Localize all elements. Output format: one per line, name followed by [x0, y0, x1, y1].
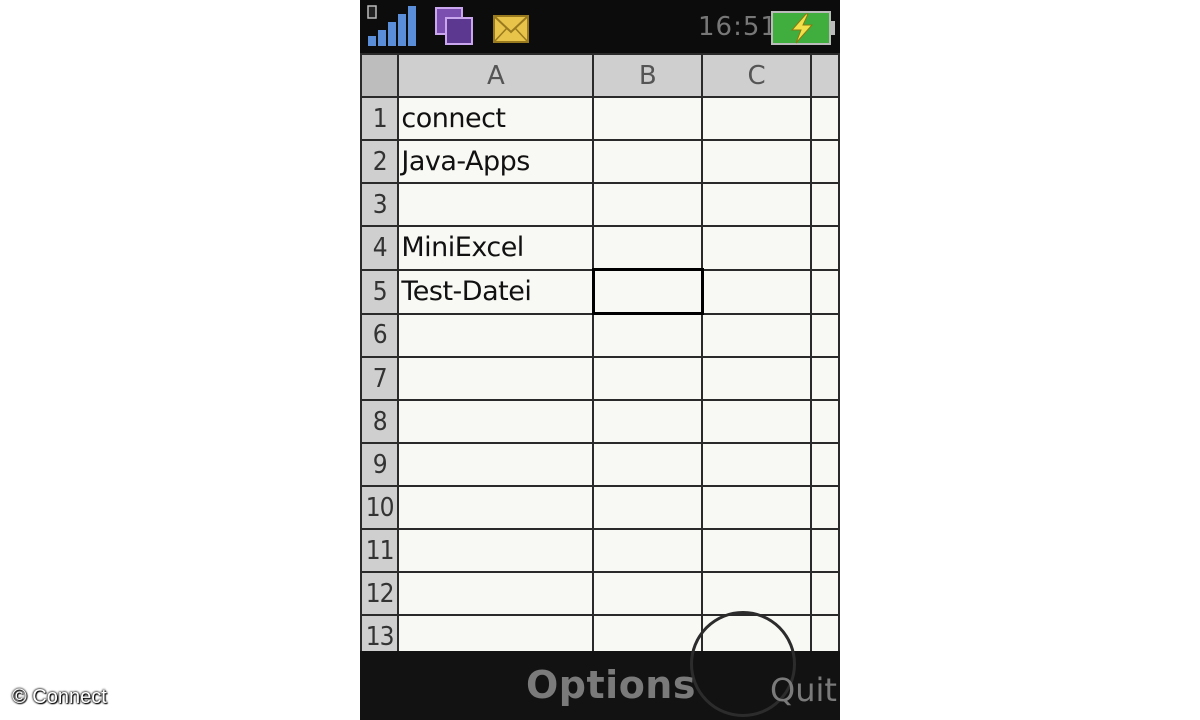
cell-b3[interactable]: [592, 182, 704, 227]
cell-c4[interactable]: [701, 225, 812, 271]
cell-a9[interactable]: [397, 442, 595, 487]
cell-b4[interactable]: [592, 225, 704, 271]
table-row: 6: [360, 312, 840, 358]
table-row: 8: [360, 399, 840, 444]
cell-b12[interactable]: [592, 571, 704, 616]
status-bar: 16:51: [360, 0, 840, 53]
cell-a11[interactable]: [397, 528, 595, 573]
phone-screen: 16:51 A B C 1 connect 2 Java-Apps 3 4 Mi…: [360, 0, 840, 720]
cell-b9[interactable]: [592, 442, 704, 487]
cell-b8[interactable]: [592, 399, 704, 444]
cell-a1[interactable]: connect: [397, 96, 595, 141]
column-header-d[interactable]: [809, 53, 840, 98]
row-header[interactable]: 1: [360, 96, 400, 141]
cell-a6[interactable]: [397, 312, 595, 358]
table-row: 2 Java-Apps: [360, 139, 840, 184]
table-row: 5 Test-Datei: [360, 268, 840, 315]
table-row: 11: [360, 528, 840, 573]
clock-time: 16:51: [698, 12, 778, 42]
cell-c5[interactable]: [701, 268, 812, 315]
cell-b6[interactable]: [592, 312, 704, 358]
row-header[interactable]: 9: [360, 442, 400, 487]
cell-d5[interactable]: [809, 268, 840, 315]
cell-c12[interactable]: [701, 571, 812, 616]
cell-d9[interactable]: [809, 442, 840, 487]
row-header[interactable]: 10: [360, 485, 400, 530]
cell-d10[interactable]: [809, 485, 840, 530]
cell-c10[interactable]: [701, 485, 812, 530]
multitask-icon: [435, 7, 473, 45]
cell-b10[interactable]: [592, 485, 704, 530]
row-header[interactable]: 6: [360, 312, 400, 358]
cell-d2[interactable]: [809, 139, 840, 184]
column-header-c[interactable]: C: [701, 53, 812, 98]
quit-softkey[interactable]: Quit: [770, 671, 837, 709]
cell-b13[interactable]: [592, 614, 704, 651]
corner-cell[interactable]: [360, 53, 400, 98]
row-header[interactable]: 3: [360, 182, 400, 227]
cell-d8[interactable]: [809, 399, 840, 444]
row-header[interactable]: 12: [360, 571, 400, 616]
cell-c2[interactable]: [701, 139, 812, 184]
table-row: 7: [360, 356, 840, 401]
spreadsheet-grid[interactable]: A B C 1 connect 2 Java-Apps 3 4 MiniExcel 5 Test…: [360, 53, 840, 651]
cell-a3[interactable]: [397, 182, 595, 227]
softkey-bar: Options Quit: [360, 611, 840, 720]
column-header-b[interactable]: B: [592, 53, 704, 98]
table-row: 12: [360, 571, 840, 616]
column-header-a[interactable]: A: [397, 53, 595, 98]
cell-a8[interactable]: [397, 399, 595, 444]
cell-b11[interactable]: [592, 528, 704, 573]
spreadsheet-table: A B C 1 connect 2 Java-Apps 3 4 MiniExcel 5 Test…: [360, 53, 840, 651]
cell-d12[interactable]: [809, 571, 840, 616]
table-row: 9: [360, 442, 840, 487]
cell-d3[interactable]: [809, 182, 840, 227]
table-row: 4 MiniExcel: [360, 225, 840, 271]
battery-charging-icon: [771, 11, 835, 45]
row-header[interactable]: 7: [360, 356, 400, 401]
row-header[interactable]: 11: [360, 528, 400, 573]
cell-d1[interactable]: [809, 96, 840, 141]
cell-a13[interactable]: [397, 614, 595, 651]
cell-c8[interactable]: [701, 399, 812, 444]
cell-a2[interactable]: Java-Apps: [397, 139, 595, 184]
row-header[interactable]: 13: [360, 614, 400, 651]
copyright-watermark: © Connect: [12, 686, 107, 708]
row-header[interactable]: 4: [360, 225, 400, 271]
row-header[interactable]: 8: [360, 399, 400, 444]
cell-c1[interactable]: [701, 96, 812, 141]
cell-b5[interactable]: [591, 268, 704, 315]
message-envelope-icon: [493, 15, 529, 43]
table-row: 3: [360, 182, 840, 227]
cell-a7[interactable]: [397, 356, 595, 401]
cell-a12[interactable]: [397, 571, 595, 616]
cell-c3[interactable]: [701, 182, 812, 227]
cell-d6[interactable]: [809, 312, 840, 358]
cell-d7[interactable]: [809, 356, 840, 401]
cell-c9[interactable]: [701, 442, 812, 487]
cell-c11[interactable]: [701, 528, 812, 573]
cell-a10[interactable]: [397, 485, 595, 530]
cell-b2[interactable]: [592, 139, 704, 184]
column-header-row: A B C: [360, 53, 840, 98]
row-header[interactable]: 2: [360, 139, 400, 184]
cell-a5[interactable]: Test-Datei: [397, 268, 595, 315]
cell-c7[interactable]: [701, 356, 812, 401]
cell-a4[interactable]: MiniExcel: [397, 225, 595, 271]
cell-c6[interactable]: [701, 312, 812, 358]
options-softkey[interactable]: Options: [526, 663, 696, 707]
row-header[interactable]: 5: [360, 268, 400, 315]
cell-d11[interactable]: [809, 528, 840, 573]
cell-d13[interactable]: [809, 614, 840, 651]
cell-d4[interactable]: [809, 225, 840, 271]
table-row: 1 connect: [360, 96, 840, 141]
signal-strength-icon: [367, 5, 416, 46]
cell-b1[interactable]: [592, 96, 704, 141]
table-row: 10: [360, 485, 840, 530]
cell-b7[interactable]: [592, 356, 704, 401]
